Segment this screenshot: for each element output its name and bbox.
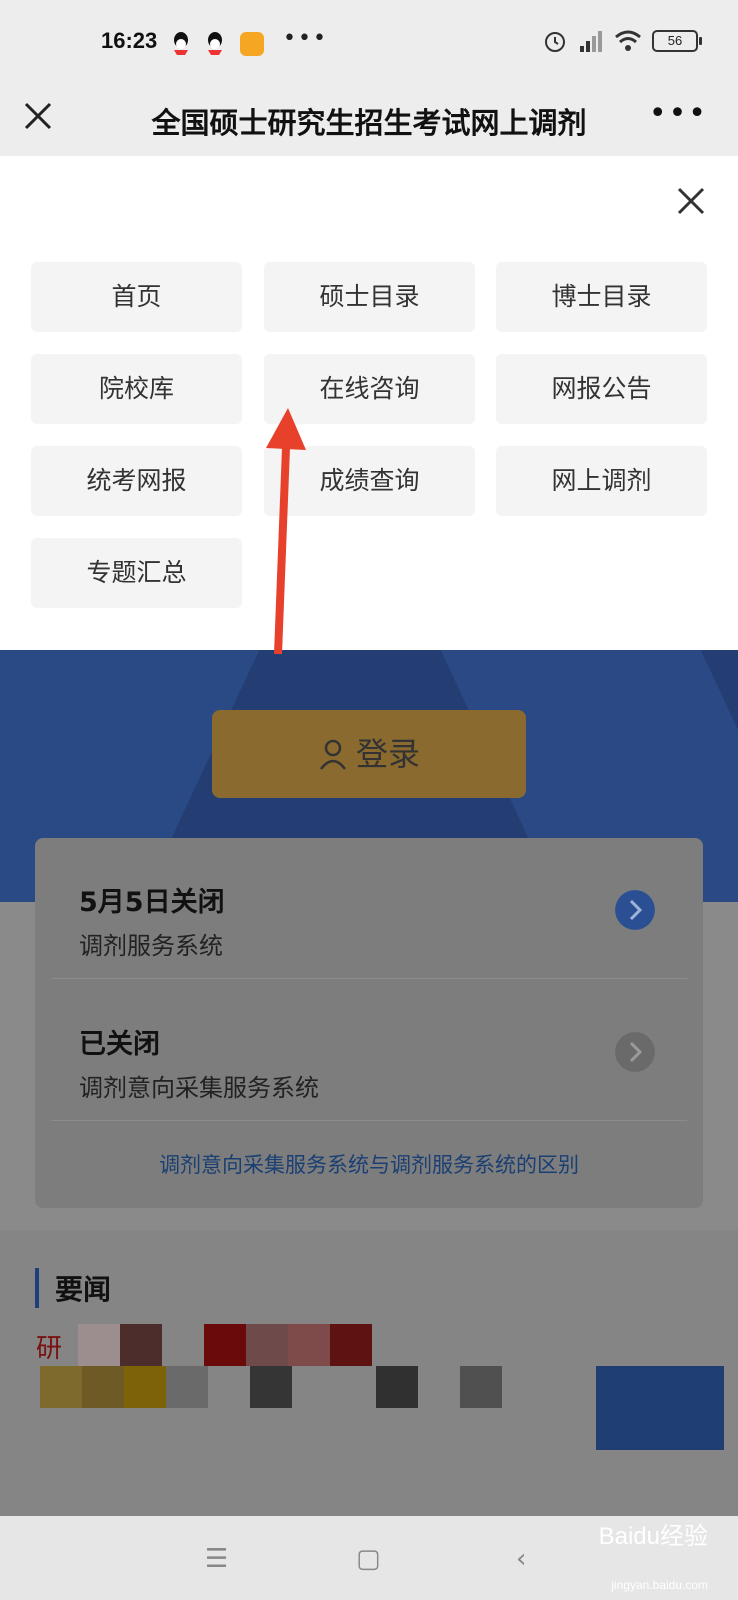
menu-item-phd-catalog[interactable]: 博士目录 bbox=[496, 262, 707, 332]
watermark-url: jingyan.baidu.com bbox=[611, 1578, 708, 1592]
notification-app-icon bbox=[240, 32, 264, 56]
menu-item-master-catalog[interactable]: 硕士目录 bbox=[264, 262, 475, 332]
watermark-logo: Baidu经验 bbox=[598, 1523, 708, 1550]
system-card: 5月5日关闭 调剂服务系统 已关闭 调剂意向采集服务系统 调剂意向采集服务系统与… bbox=[35, 838, 703, 1208]
menu-item-home[interactable]: 首页 bbox=[31, 262, 242, 332]
menu-item-online-adjustment[interactable]: 网上调剂 bbox=[496, 446, 707, 516]
chevron-right-icon[interactable] bbox=[615, 890, 655, 930]
user-icon bbox=[319, 739, 346, 770]
signal-icon bbox=[580, 31, 602, 52]
news-heading: 要闻 bbox=[35, 1268, 111, 1308]
qq-icon bbox=[174, 32, 188, 55]
more-options-icon[interactable]: ••• bbox=[649, 96, 708, 131]
status-time: 16:23 bbox=[101, 28, 158, 53]
wifi-icon bbox=[615, 30, 641, 51]
menu-item-topics[interactable]: 专题汇总 bbox=[31, 538, 242, 608]
system-name: 调剂意向采集服务系统 bbox=[79, 1074, 319, 1102]
system-row[interactable]: 5月5日关闭 调剂服务系统 bbox=[51, 838, 687, 979]
login-button[interactable]: 登录 bbox=[212, 710, 526, 798]
system-status: 已关闭 bbox=[79, 1029, 160, 1060]
page-title: 全国硕士研究生招生考试网上调剂 bbox=[151, 106, 587, 140]
battery-icon: 56 bbox=[652, 30, 702, 52]
menu-item-score-query[interactable]: 成绩查询 bbox=[264, 446, 475, 516]
navigation-menu-panel: 首页 硕士目录 博士目录 院校库 在线咨询 网报公告 统考网报 成绩查询 网上调… bbox=[0, 156, 738, 650]
menu-item-exam-registration[interactable]: 统考网报 bbox=[31, 446, 242, 516]
system-difference-link[interactable]: 调剂意向采集服务系统与调剂服务系统的区别 bbox=[35, 1122, 703, 1208]
menu-icon[interactable]: ☰ bbox=[205, 1544, 228, 1574]
news-first-char: 研 bbox=[36, 1334, 63, 1364]
system-name: 调剂服务系统 bbox=[79, 932, 223, 960]
qq-icon bbox=[208, 32, 222, 55]
chevron-right-icon[interactable] bbox=[615, 1032, 655, 1072]
news-section: 要闻 研 bbox=[0, 1230, 738, 1516]
menu-item-school-library[interactable]: 院校库 bbox=[31, 354, 242, 424]
login-label: 登录 bbox=[355, 735, 420, 773]
more-notifications-icon: ••• bbox=[283, 26, 328, 51]
status-bar: 16:23 ••• 56 bbox=[0, 0, 738, 86]
home-icon[interactable]: ▢ bbox=[356, 1544, 381, 1574]
system-row[interactable]: 已关闭 调剂意向采集服务系统 bbox=[51, 980, 687, 1121]
back-icon[interactable]: ‹ bbox=[516, 1544, 526, 1574]
close-menu-icon[interactable] bbox=[676, 186, 706, 216]
alarm-icon bbox=[545, 32, 565, 52]
system-status: 5月5日关闭 bbox=[79, 887, 225, 918]
menu-item-announcements[interactable]: 网报公告 bbox=[496, 354, 707, 424]
background-page: 登录 5月5日关闭 调剂服务系统 已关闭 调剂意向采集服务系统 调剂意向采集服务… bbox=[0, 650, 738, 1516]
app-header: 全国硕士研究生招生考试网上调剂 ••• bbox=[0, 86, 738, 156]
menu-item-online-consult[interactable]: 在线咨询 bbox=[264, 354, 475, 424]
